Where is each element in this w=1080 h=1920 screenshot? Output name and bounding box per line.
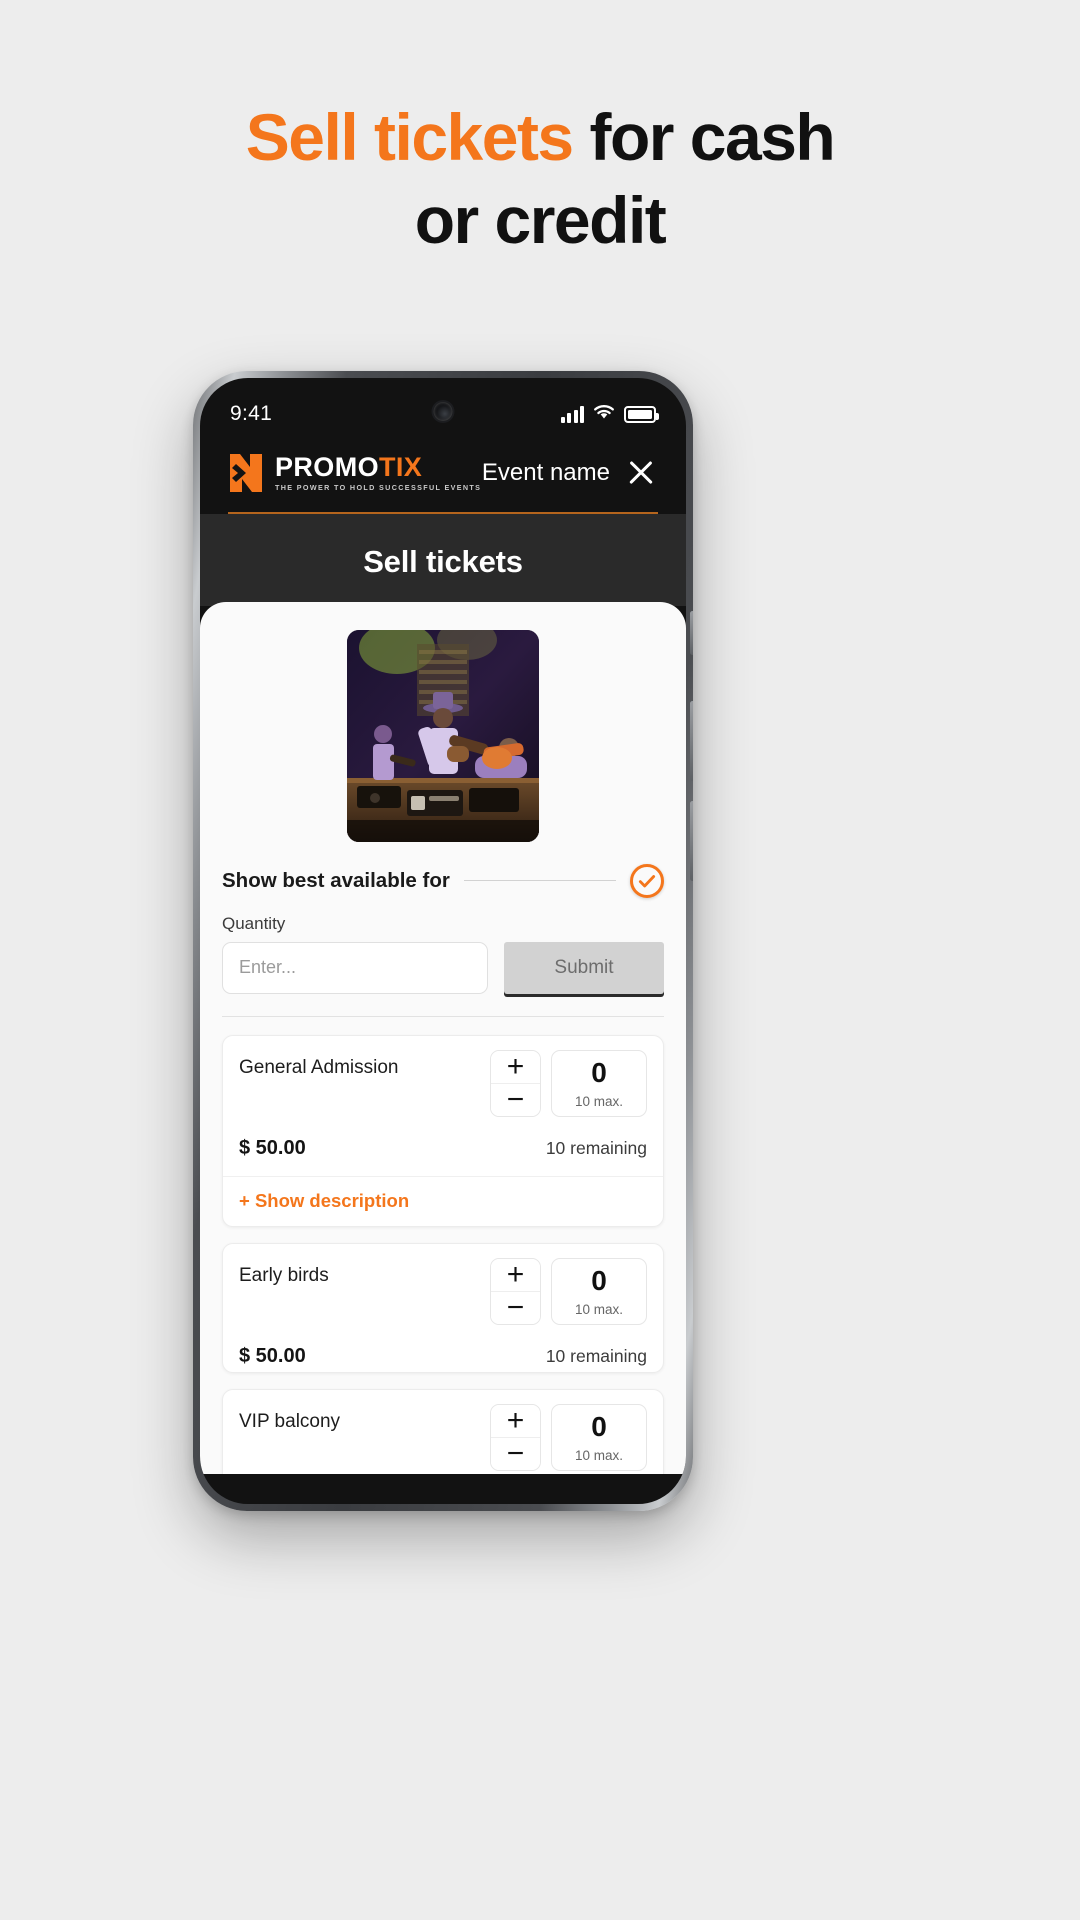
event-image [347, 629, 539, 842]
quantity-stepper: + − [490, 1403, 541, 1471]
table-row: General Admission + − 0 10 max. $ 50.00 … [222, 1034, 664, 1227]
promo-headline: Sell tickets for cash or credit [0, 96, 1080, 261]
signal-icon [560, 405, 584, 423]
table-row: VIP balcony + − 0 10 max. [222, 1388, 664, 1474]
ticket-name: Early birds [239, 1264, 329, 1286]
ticket-max-label: 10 max. [574, 1093, 624, 1109]
ticket-controls: + − 0 10 max. [490, 1403, 647, 1471]
table-row: Early birds + − 0 10 max. $ 50.00 10 rem… [222, 1242, 664, 1373]
phone-volume-down-button [690, 801, 693, 881]
content-sheet: Show best available for Quantity Submit [200, 601, 686, 1474]
ticket-remaining: 10 remaining [545, 1345, 647, 1366]
phone-mockup: 9:41 PROMOTIX THE POWER TO HOLD SUCCESSF [193, 371, 693, 1511]
brand-name-accent: TIX [379, 452, 423, 482]
promotix-logo: PROMOTIX THE POWER TO HOLD SUCCESSFUL EV… [228, 452, 481, 494]
best-available-check-toggle[interactable] [630, 863, 664, 898]
app-header: PROMOTIX THE POWER TO HOLD SUCCESSFUL EV… [200, 436, 686, 494]
ticket-top-row: VIP balcony + − 0 10 max. [239, 1403, 647, 1471]
ticket-bottom-row: $ 50.00 10 remaining [239, 1137, 647, 1164]
decrement-button[interactable]: − [491, 1291, 540, 1324]
status-bar-clock: 9:41 [230, 402, 273, 425]
promotix-mark-icon [230, 454, 262, 492]
ticket-price: $ 50.00 [239, 1344, 306, 1367]
quantity-label: Quantity [222, 913, 286, 933]
ticket-max-label: 10 max. [574, 1301, 624, 1317]
ticket-counter[interactable]: 0 10 max. [551, 1257, 647, 1325]
brand-name-primary: PROMO [275, 452, 380, 482]
ticket-max-label: 10 max. [574, 1447, 624, 1463]
ticket-count-value: 0 [591, 1410, 607, 1442]
row-divider-line [463, 880, 616, 882]
show-best-available-label: Show best available for [222, 868, 450, 892]
ticket-counter[interactable]: 0 10 max. [551, 1049, 647, 1117]
close-icon[interactable] [624, 456, 658, 490]
headline-line-2: or credit [414, 182, 667, 257]
ticket-top-row: Early birds + − 0 10 max. [239, 1257, 647, 1325]
submit-button[interactable]: Submit [504, 941, 664, 994]
ticket-counter[interactable]: 0 10 max. [551, 1403, 647, 1471]
headline-accent-text: Sell tickets [245, 100, 574, 174]
increment-button[interactable]: + [491, 1258, 540, 1291]
ticket-price: $ 50.00 [239, 1136, 306, 1159]
header-right-group: Event name [482, 456, 658, 490]
front-camera-punch-hole [433, 402, 453, 421]
page-title: Sell tickets [200, 513, 686, 606]
wifi-icon [593, 403, 615, 425]
event-image-wrap [200, 602, 686, 860]
ticket-bottom-row: $ 50.00 10 remaining [239, 1345, 647, 1372]
ticket-list: General Admission + − 0 10 max. $ 50.00 … [200, 1017, 686, 1474]
ticket-remaining: 10 remaining [545, 1137, 647, 1158]
quantity-block: Quantity Submit [200, 898, 686, 994]
status-bar-icons [560, 403, 659, 425]
ticket-name: VIP balcony [239, 1410, 341, 1432]
ticket-count-value: 0 [591, 1056, 607, 1088]
ticket-controls: + − 0 10 max. [490, 1257, 647, 1325]
ticket-count-value: 0 [591, 1264, 607, 1296]
quantity-row: Submit [222, 941, 664, 994]
brand-name: PROMOTIX [275, 454, 481, 481]
ticket-name: General Admission [239, 1056, 399, 1078]
status-bar: 9:41 [200, 378, 686, 436]
phone-side-button-top [690, 611, 693, 655]
quantity-input[interactable] [222, 941, 488, 994]
increment-button[interactable]: + [491, 1050, 540, 1083]
show-best-available-row[interactable]: Show best available for [200, 863, 686, 898]
decrement-button[interactable]: − [491, 1437, 540, 1470]
phone-screen: 9:41 PROMOTIX THE POWER TO HOLD SUCCESSF [200, 378, 686, 1504]
ticket-controls: + − 0 10 max. [490, 1049, 647, 1117]
show-description-link[interactable]: + Show description [223, 1175, 663, 1226]
battery-icon [624, 405, 659, 423]
increment-button[interactable]: + [491, 1404, 540, 1437]
headline-line-1: Sell tickets for cash [0, 96, 1080, 179]
event-name-label: Event name [481, 459, 610, 486]
concert-photo-illustration [347, 629, 539, 842]
ticket-top-row: General Admission + − 0 10 max. [239, 1049, 647, 1117]
promotix-wordmark: PROMOTIX THE POWER TO HOLD SUCCESSFUL EV… [275, 454, 482, 493]
headline-rest-text: for cash [572, 100, 835, 174]
brand-tagline: THE POWER TO HOLD SUCCESSFUL EVENTS [275, 483, 482, 492]
decrement-button[interactable]: − [491, 1083, 540, 1116]
quantity-stepper: + − [490, 1049, 541, 1117]
check-icon [638, 874, 656, 888]
quantity-stepper: + − [490, 1257, 541, 1325]
phone-volume-up-button [690, 701, 693, 781]
